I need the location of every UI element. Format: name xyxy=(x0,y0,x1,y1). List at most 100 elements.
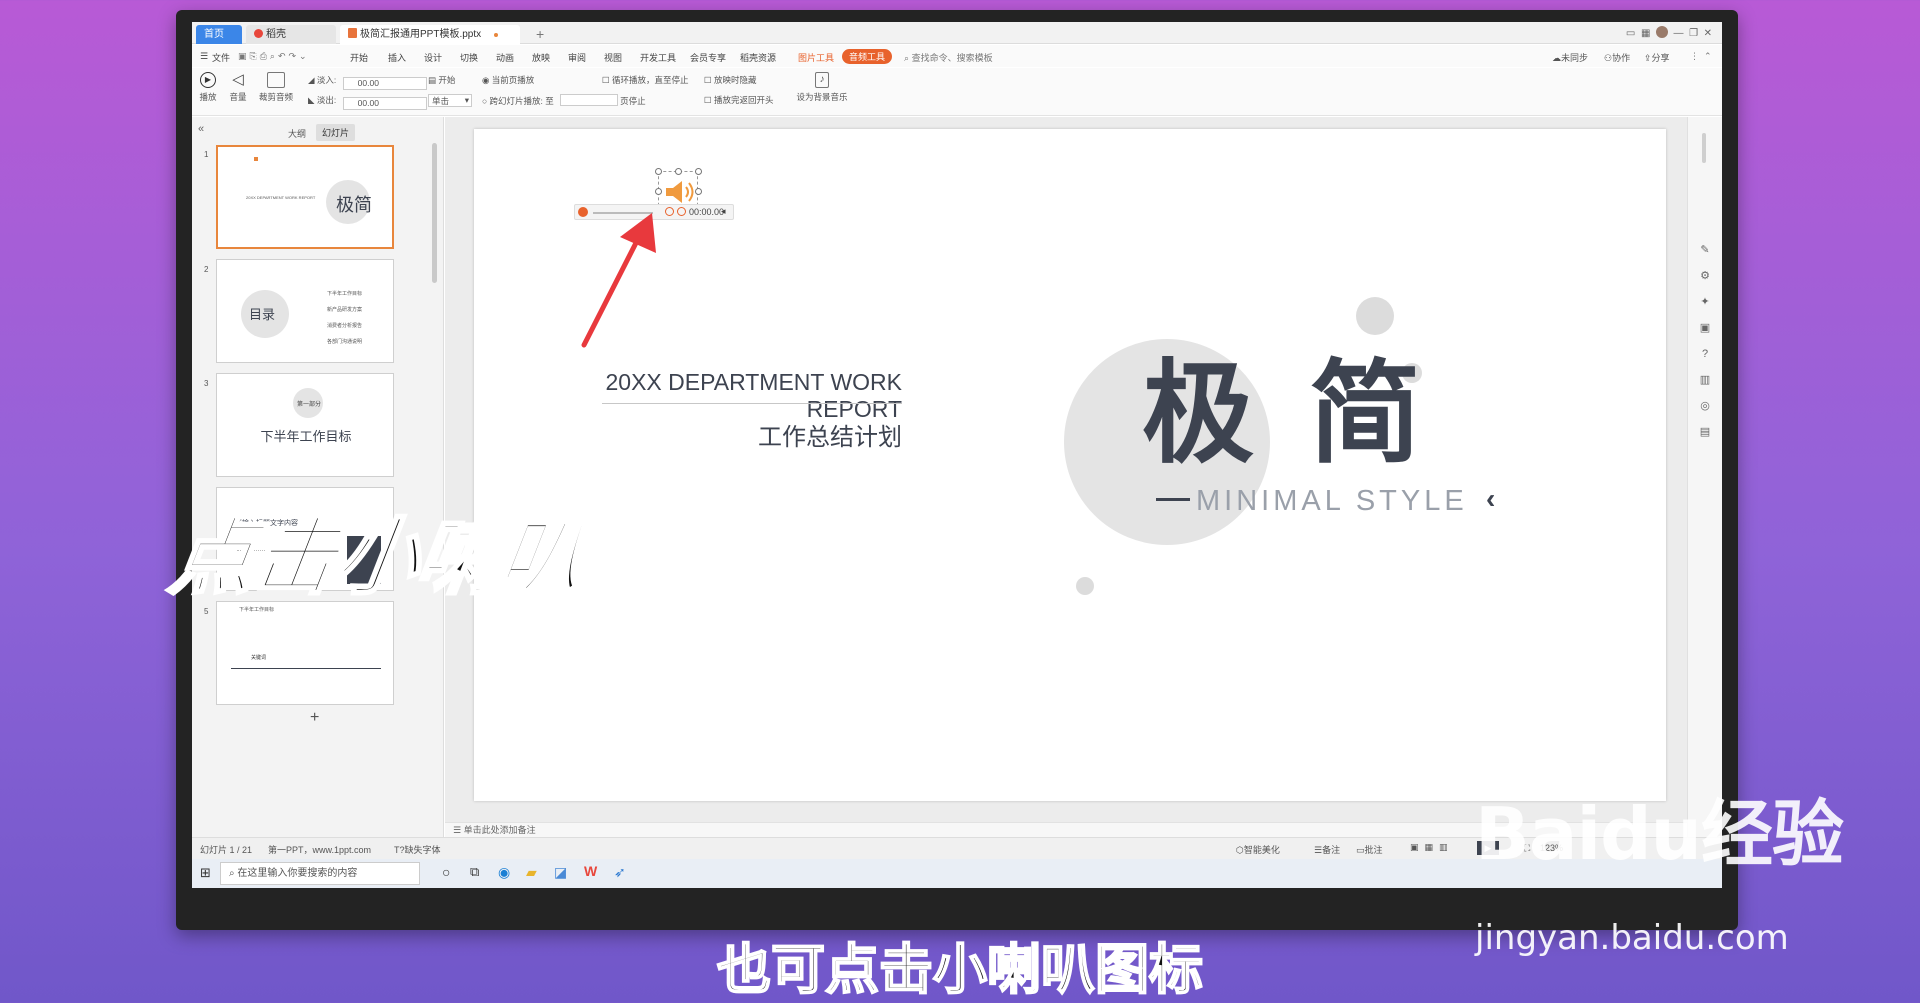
start-mode-select[interactable]: 单击 ▾ xyxy=(428,94,472,107)
menu-file[interactable]: 文件 xyxy=(212,51,230,64)
menu-review[interactable]: 审阅 xyxy=(568,51,586,64)
quick-access-icons[interactable]: ▣⎘⎙⌕↶↷⌄ xyxy=(238,51,310,62)
resize-handle[interactable] xyxy=(695,168,702,175)
volume-icon[interactable]: ◂ xyxy=(721,206,726,217)
canvas-scrollbar[interactable] xyxy=(1702,133,1706,163)
resize-handle[interactable] xyxy=(655,168,662,175)
menu-design[interactable]: 设计 xyxy=(424,51,442,64)
add-slide-button[interactable]: + xyxy=(310,709,319,727)
edge-icon[interactable]: ◉ xyxy=(498,864,510,881)
slide-canvas[interactable]: 00:00.00 ◂ 20XX DEPARTMENT WORK REPORT 工… xyxy=(474,129,1666,801)
instruction-caption: 点击小喇叭 xyxy=(163,507,590,608)
menu-view[interactable]: 视图 xyxy=(604,51,622,64)
cross-slides-radio[interactable]: ○ 跨幻灯片播放: 至 页停止 xyxy=(482,94,646,107)
cortana-icon[interactable]: ○ xyxy=(442,864,450,880)
fade-in-input[interactable]: 00.00 xyxy=(342,77,427,90)
tab-slides[interactable]: 幻灯片 xyxy=(316,124,356,141)
menu-animation[interactable]: 动画 xyxy=(496,51,514,64)
toc-item: 消费者分析报告 xyxy=(327,323,363,329)
menu-picture-tools[interactable]: 图片工具 xyxy=(798,51,834,64)
comment-icon: ▭ xyxy=(1356,845,1365,855)
view-mode-icons[interactable]: ▣▦▥ xyxy=(1410,842,1454,853)
close-icon[interactable]: ✕ xyxy=(1704,28,1712,39)
taskbar-search-placeholder: 在这里输入你要搜索的内容 xyxy=(237,868,358,879)
fade-out-input[interactable]: 00.00 xyxy=(342,97,427,110)
menu-transition[interactable]: 切换 xyxy=(460,51,478,64)
collaborate-button[interactable]: ⚇协作 xyxy=(1604,51,1630,64)
folder-icon[interactable]: ▰ xyxy=(526,864,537,881)
menu-audio-tools[interactable]: 音频工具 xyxy=(842,49,893,64)
cross-slides-input[interactable] xyxy=(559,94,618,106)
settings-icon[interactable]: ⚙ xyxy=(1696,263,1714,289)
windows-start-icon[interactable]: ⊞ xyxy=(200,865,211,881)
speaker-icon[interactable] xyxy=(664,178,698,206)
slide-thumbnail-1[interactable]: 极简 20XX DEPARTMENT WORK REPORT xyxy=(216,145,394,249)
menu-home[interactable]: 开始 xyxy=(350,51,368,64)
tab-document[interactable]: 极简汇报通用PPT模板.pptx xyxy=(340,25,520,44)
book-icon[interactable]: ▤ xyxy=(1696,419,1714,445)
slide-thumbnail-3[interactable]: 第一部分 下半年工作目标 xyxy=(216,373,394,477)
loop-checkbox[interactable]: ☐ 循环播放，直至停止 xyxy=(602,74,689,86)
menu-daoke-resources[interactable]: 稻壳资源 xyxy=(740,51,776,64)
avatar[interactable] xyxy=(1655,26,1668,38)
minimal-style-text[interactable]: MINIMAL STYLE xyxy=(1196,485,1468,518)
layout-icon[interactable]: ▭ xyxy=(1626,28,1635,39)
minimize-icon[interactable]: — xyxy=(1674,28,1684,39)
apps-icon[interactable]: ▦ xyxy=(1641,28,1650,39)
pointer-arrow xyxy=(581,213,656,348)
baidu-watermark-logo: Baidu经验 xyxy=(1475,792,1844,876)
menu-devtools[interactable]: 开发工具 xyxy=(640,51,676,64)
radio-icon: ○ xyxy=(482,96,488,106)
tab-daoke[interactable]: 稻壳 xyxy=(246,25,336,44)
notes-toggle[interactable]: ☰备注 xyxy=(1314,843,1340,856)
image-icon[interactable]: ▥ xyxy=(1696,367,1714,393)
trim-icon xyxy=(267,72,285,88)
more-icon[interactable]: ⋮ xyxy=(1690,51,1699,62)
speaker-icon: ◁ xyxy=(232,71,244,88)
tab-home[interactable]: 首页 xyxy=(196,25,242,44)
bird-app-icon[interactable]: ➶ xyxy=(614,864,626,881)
collapse-ribbon-icon[interactable]: ⌃ xyxy=(1704,51,1712,62)
report-cn-title[interactable]: 工作总结计划 xyxy=(602,417,902,452)
style-icon[interactable]: ✎ xyxy=(1696,237,1714,263)
new-tab-button[interactable]: + xyxy=(528,25,544,44)
location-icon[interactable]: ◎ xyxy=(1696,393,1714,419)
comments-toggle[interactable]: ▭批注 xyxy=(1356,843,1383,856)
bg-music-button[interactable]: ♪ 设为背景音乐 xyxy=(792,72,852,103)
big-title[interactable]: 极 简 xyxy=(1142,354,1429,474)
report-en-title[interactable]: 20XX DEPARTMENT WORK REPORT xyxy=(594,369,902,423)
hamburger-icon[interactable]: ☰ xyxy=(200,51,208,62)
start-option[interactable]: ▤ 开始 xyxy=(428,74,455,86)
play-icon: ▶ xyxy=(200,72,216,88)
rewind-checkbox[interactable]: ☐ 播放完返回开头 xyxy=(704,94,774,106)
pin-icon[interactable]: ✦ xyxy=(1696,289,1714,315)
trim-audio-button[interactable]: 裁剪音频 xyxy=(256,72,296,103)
sync-status[interactable]: ☁未同步 xyxy=(1552,51,1588,64)
help-icon[interactable]: ? xyxy=(1696,341,1714,367)
menu-slideshow[interactable]: 放映 xyxy=(532,51,550,64)
tab-outline[interactable]: 大纲 xyxy=(288,127,306,140)
clip-icon[interactable]: ▣ xyxy=(1696,315,1714,341)
share-button[interactable]: ⇪分享 xyxy=(1644,51,1670,64)
play-button[interactable]: ▶ 播放 xyxy=(196,72,220,103)
app-icon[interactable]: ◪ xyxy=(554,864,567,881)
resize-handle[interactable] xyxy=(675,168,682,175)
resize-handle[interactable] xyxy=(655,188,662,195)
volume-button[interactable]: ◁ 音量 xyxy=(226,72,250,103)
audio-ribbon: ▶ 播放 ◁ 音量 裁剪音频 ◢ 淡入: 00.00 ◣ 淡出: 00.00 ▤… xyxy=(192,68,1722,116)
slide-thumbnail-2[interactable]: 目录 下半年工作目标 新产品研发方案 消费者分析报告 各部门沟通说明 xyxy=(216,259,394,363)
menu-insert[interactable]: 插入 xyxy=(388,51,406,64)
restore-icon[interactable]: ❐ xyxy=(1689,28,1698,39)
missing-font-button[interactable]: T?缺失字体 xyxy=(394,843,441,856)
current-page-radio[interactable]: ◉ 当前页播放 xyxy=(482,74,534,86)
command-search[interactable]: ⌕ 查找命令、搜索模板 xyxy=(904,51,993,64)
slide-thumbnail-5[interactable]: 下半年工作目标 关键词 xyxy=(216,601,394,705)
wps-icon[interactable]: W xyxy=(584,863,597,879)
collapse-panel-icon[interactable]: « xyxy=(198,123,204,135)
task-view-icon[interactable]: ⧉ xyxy=(470,864,479,880)
menu-member[interactable]: 会员专享 xyxy=(690,51,726,64)
hide-checkbox[interactable]: ☐ 放映时隐藏 xyxy=(704,74,757,86)
panel-scrollbar[interactable] xyxy=(432,143,437,283)
beautify-button[interactable]: ⬡智能美化 xyxy=(1236,843,1280,856)
taskbar-search[interactable]: ⌕ 在这里输入你要搜索的内容 xyxy=(220,862,420,885)
